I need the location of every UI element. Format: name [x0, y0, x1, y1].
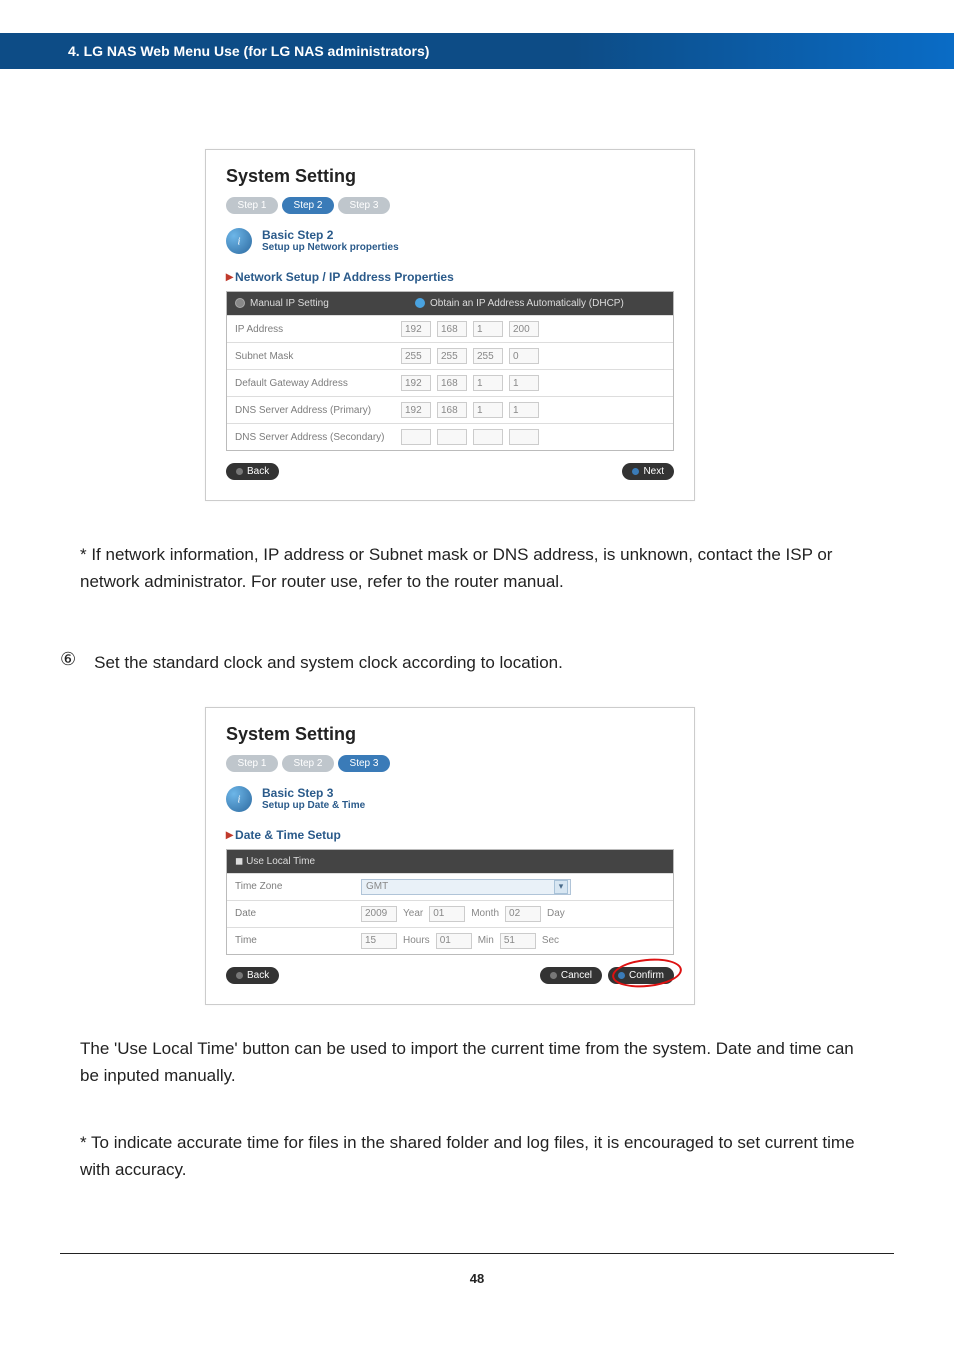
footer-divider [60, 1253, 894, 1254]
page-title: System Setting [226, 166, 674, 187]
page-number: 48 [470, 1271, 484, 1286]
min-input[interactable] [436, 933, 472, 949]
date-time-table: ◼ Use Local Time Time Zone GMT ▾ Date Ye… [226, 849, 674, 955]
ip-octet[interactable] [509, 375, 539, 391]
ip-octet[interactable] [473, 348, 503, 364]
section-label: ▸Network Setup / IP Address Properties [226, 268, 674, 285]
note-accurate-time: * To indicate accurate time for files in… [80, 1129, 874, 1183]
basic-step-sub: Setup up Date & Time [262, 800, 365, 811]
cancel-button[interactable]: Cancel [540, 967, 602, 984]
chapter-title: 4. LG NAS Web Menu Use (for LG NAS admin… [68, 43, 429, 59]
screenshot-date-time: System Setting Step 1 Step 2 Step 3 i Ba… [205, 707, 695, 1005]
ip-octet[interactable] [473, 321, 503, 337]
info-icon: i [226, 786, 252, 812]
step-1[interactable]: Step 1 [226, 197, 278, 214]
ip-octet[interactable] [437, 321, 467, 337]
ip-octet[interactable] [401, 402, 431, 418]
ip-octet[interactable] [473, 402, 503, 418]
back-button[interactable]: Back [226, 967, 279, 984]
table-row: Time Zone GMT ▾ [227, 873, 673, 900]
basic-step-sub: Setup up Network properties [262, 242, 399, 253]
next-button[interactable]: Next [622, 463, 674, 480]
row-label: Time [235, 935, 355, 946]
note-network-info: * If network information, IP address or … [80, 541, 874, 595]
table-row: Subnet Mask [227, 342, 673, 369]
page-title: System Setting [226, 724, 674, 745]
basic-step-title: Basic Step 2 [262, 228, 399, 242]
ip-octet[interactable] [437, 375, 467, 391]
section-label: ▸Date & Time Setup [226, 826, 674, 843]
hours-input[interactable] [361, 933, 397, 949]
sec-input[interactable] [500, 933, 536, 949]
confirm-button[interactable]: Confirm [608, 967, 674, 984]
row-label: Default Gateway Address [235, 378, 395, 389]
arrow-icon: ▸ [226, 268, 233, 284]
ip-octet[interactable] [509, 321, 539, 337]
row-label: Time Zone [235, 881, 355, 892]
ip-octet[interactable] [509, 348, 539, 364]
table-row: Date Year Month Day [227, 900, 673, 927]
step-6-text: Set the standard clock and system clock … [94, 649, 563, 676]
step-2[interactable]: Step 2 [282, 197, 334, 214]
step-3[interactable]: Step 3 [338, 197, 390, 214]
ip-octet[interactable] [401, 375, 431, 391]
step-number-6: ⑥ [60, 649, 76, 676]
year-input[interactable] [361, 906, 397, 922]
ip-octet[interactable] [401, 321, 431, 337]
ip-octet[interactable] [437, 402, 467, 418]
wizard-steps: Step 1 Step 2 Step 3 [226, 197, 674, 214]
basic-step-title: Basic Step 3 [262, 786, 365, 800]
ip-octet[interactable] [437, 429, 467, 445]
svg-text:i: i [238, 237, 241, 248]
day-input[interactable] [505, 906, 541, 922]
info-icon: i [226, 228, 252, 254]
row-label: IP Address [235, 324, 395, 335]
table-row: IP Address [227, 315, 673, 342]
note-use-local-time: The 'Use Local Time' button can be used … [80, 1035, 874, 1089]
row-label: Date [235, 908, 355, 919]
ip-octet[interactable] [401, 348, 431, 364]
ip-octet[interactable] [509, 429, 539, 445]
table-row: DNS Server Address (Secondary) [227, 423, 673, 450]
row-label: DNS Server Address (Primary) [235, 405, 395, 416]
use-local-time-button[interactable]: ◼ Use Local Time [227, 850, 673, 873]
ip-octet[interactable] [437, 348, 467, 364]
step-2[interactable]: Step 2 [282, 755, 334, 772]
row-label: DNS Server Address (Secondary) [235, 432, 395, 443]
step-1[interactable]: Step 1 [226, 755, 278, 772]
table-row: Default Gateway Address [227, 369, 673, 396]
chevron-down-icon: ▾ [554, 880, 568, 894]
back-button[interactable]: Back [226, 463, 279, 480]
month-input[interactable] [429, 906, 465, 922]
radio-dhcp[interactable]: Obtain an IP Address Automatically (DHCP… [407, 292, 673, 315]
ip-octet[interactable] [401, 429, 431, 445]
step-3[interactable]: Step 3 [338, 755, 390, 772]
row-label: Subnet Mask [235, 351, 395, 362]
radio-manual-ip[interactable]: Manual IP Setting [227, 292, 407, 315]
ip-octet[interactable] [473, 429, 503, 445]
arrow-icon: ▸ [226, 826, 233, 842]
ip-octet[interactable] [509, 402, 539, 418]
table-row: DNS Server Address (Primary) [227, 396, 673, 423]
ip-octet[interactable] [473, 375, 503, 391]
svg-text:i: i [238, 794, 241, 805]
wizard-steps: Step 1 Step 2 Step 3 [226, 755, 674, 772]
timezone-select[interactable]: GMT ▾ [361, 879, 571, 895]
ip-settings-table: Manual IP Setting Obtain an IP Address A… [226, 291, 674, 451]
chapter-band: 4. LG NAS Web Menu Use (for LG NAS admin… [0, 33, 954, 69]
screenshot-network-setup: System Setting Step 1 Step 2 Step 3 i Ba… [205, 149, 695, 501]
table-row: Time Hours Min Sec [227, 927, 673, 954]
